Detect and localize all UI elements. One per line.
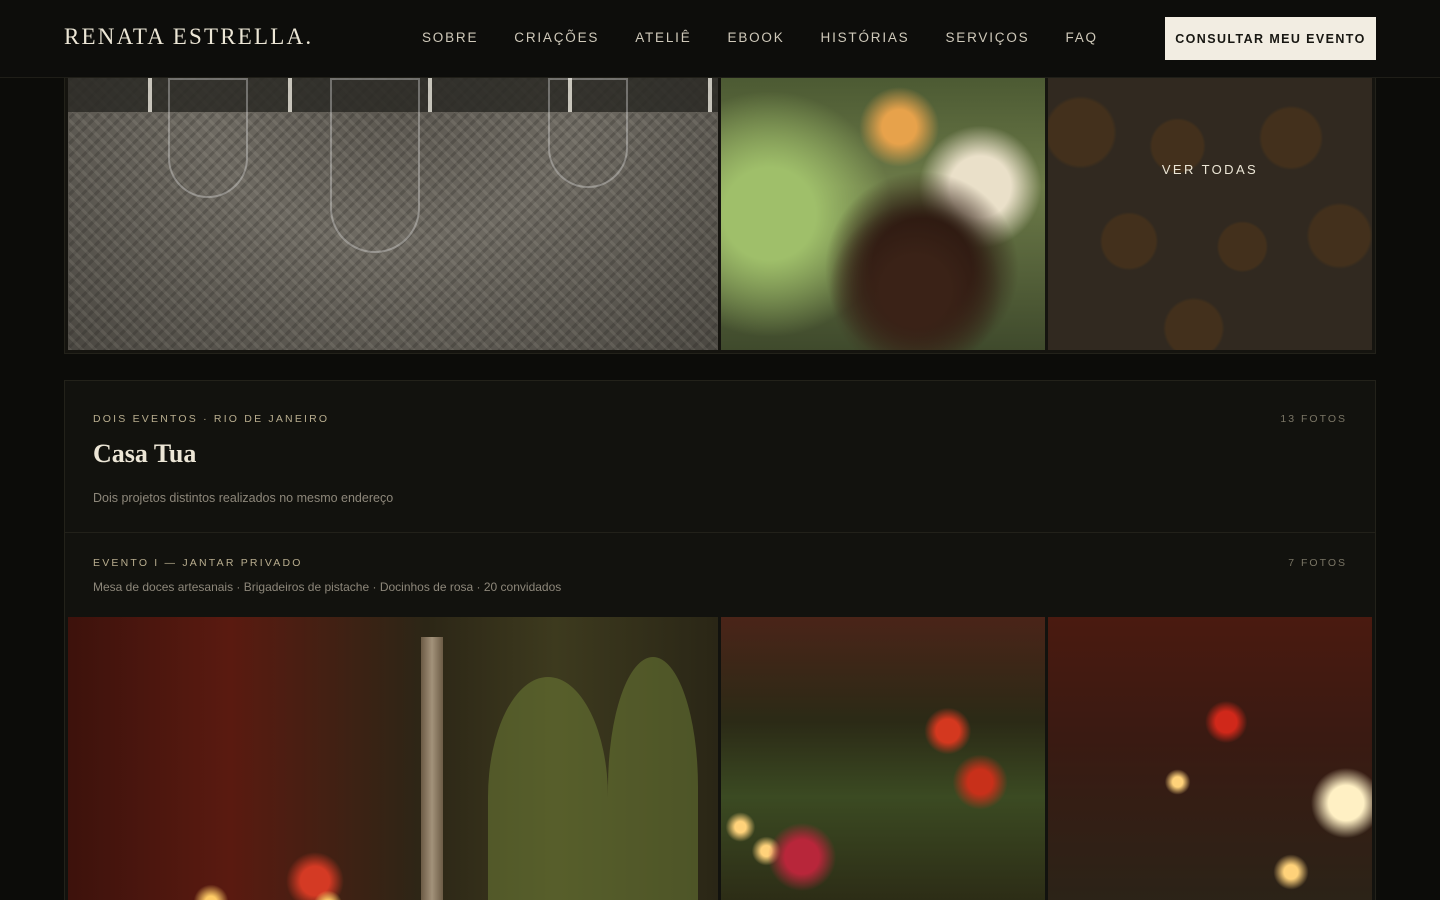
event-photo-flowers-table[interactable] <box>721 617 1045 900</box>
gallery-photo-sweets-table[interactable] <box>721 78 1045 350</box>
event-photo-candles-table[interactable] <box>1048 617 1372 900</box>
pillar-decoration <box>421 637 443 900</box>
consult-event-button[interactable]: CONSULTAR MEU EVENTO <box>1165 17 1376 60</box>
previous-gallery: VER TODAS <box>64 78 1376 354</box>
event-description: Mesa de doces artesanais · Brigadeiros d… <box>93 580 562 594</box>
nav-item-historias[interactable]: HISTÓRIAS <box>821 30 910 45</box>
nav-item-faq[interactable]: FAQ <box>1065 30 1097 45</box>
card-header: DOIS EVENTOS · RIO DE JANEIRO 13 FOTOS C… <box>65 381 1375 533</box>
chair-decoration <box>168 78 248 198</box>
card-photo-count: 13 FOTOS <box>1280 413 1347 425</box>
chair-decoration <box>548 78 628 188</box>
card-title: Casa Tua <box>93 439 197 468</box>
plant-decoration <box>488 677 608 900</box>
card-eyebrow: DOIS EVENTOS · RIO DE JANEIRO <box>93 413 330 425</box>
event-photo-dining-room[interactable] <box>68 617 718 900</box>
gallery-photo-see-all[interactable]: VER TODAS <box>1048 78 1372 350</box>
gallery-photo-floor[interactable] <box>68 78 718 350</box>
event-subheader: EVENTO I — JANTAR PRIVADO 7 FOTOS Mesa d… <box>65 533 1375 617</box>
plant-decoration <box>608 657 698 900</box>
event-eyebrow: EVENTO I — JANTAR PRIVADO <box>93 557 303 569</box>
nav-item-ebook[interactable]: EBOOK <box>728 30 785 45</box>
card-description: Dois projetos distintos realizados no me… <box>93 491 394 505</box>
nav-item-sobre[interactable]: SOBRE <box>422 30 478 45</box>
chair-decoration <box>330 78 420 253</box>
nav-item-servicos[interactable]: SERVIÇOS <box>946 30 1030 45</box>
nav-item-atelie[interactable]: ATELIÊ <box>635 30 691 45</box>
brand-logo[interactable]: RENATA ESTRELLA. <box>64 24 313 50</box>
see-all-link[interactable]: VER TODAS <box>1048 162 1372 177</box>
nav-item-criacoes[interactable]: CRIAÇÕES <box>514 30 599 45</box>
main-nav: SOBRE CRIAÇÕES ATELIÊ EBOOK HISTÓRIAS SE… <box>422 30 1098 45</box>
site-header: RENATA ESTRELLA. SOBRE CRIAÇÕES ATELIÊ E… <box>0 0 1440 78</box>
event-photo-grid <box>68 617 1372 900</box>
event-card-casa-tua: DOIS EVENTOS · RIO DE JANEIRO 13 FOTOS C… <box>64 380 1376 900</box>
event-photo-count: 7 FOTOS <box>1288 557 1347 569</box>
